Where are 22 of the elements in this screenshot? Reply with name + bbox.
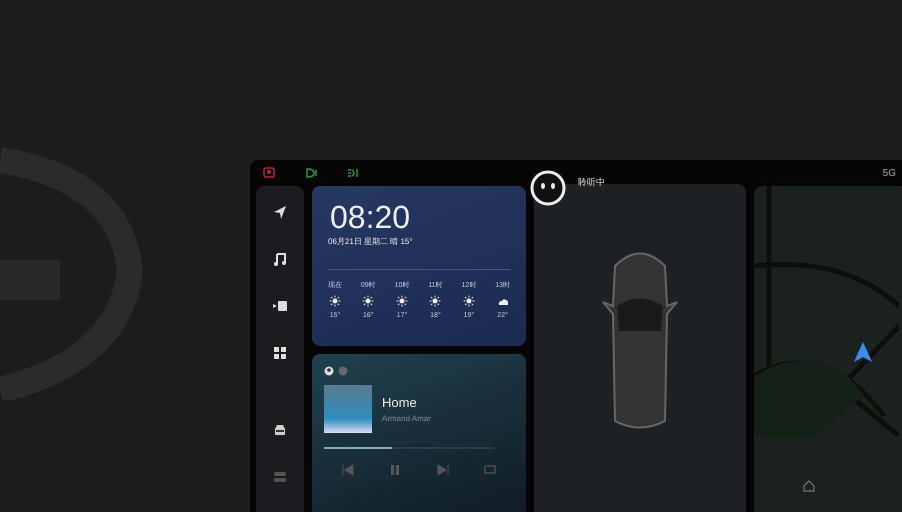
- assistant-face-icon[interactable]: [530, 170, 566, 206]
- apps-grid-icon[interactable]: [272, 345, 288, 361]
- home-icon[interactable]: [802, 479, 816, 493]
- clock-time: 08:20: [330, 200, 412, 234]
- date-weather-line: 06月21日 星期二 晴 15°: [328, 236, 414, 247]
- car-icon[interactable]: [272, 422, 288, 438]
- sun-icon: [462, 295, 475, 307]
- video-icon[interactable]: [272, 298, 288, 314]
- source-icon[interactable]: [324, 366, 334, 376]
- location-arrow-icon: [852, 341, 874, 363]
- sun-icon: [329, 295, 341, 307]
- album-cover-placeholder: [324, 385, 372, 433]
- assistant-status: 聆听中: [578, 176, 605, 189]
- sun-icon: [429, 295, 442, 307]
- toggle-switch-icon[interactable]: [272, 469, 288, 485]
- artist-name: Armand Amar: [382, 414, 431, 423]
- track-title: Home: [382, 395, 418, 410]
- sun-icon: [396, 295, 408, 307]
- network-label: 5G: [882, 168, 896, 178]
- navigation-arrow-icon[interactable]: [272, 204, 288, 220]
- music-note-icon[interactable]: [272, 251, 288, 267]
- sun-icon: [362, 295, 374, 307]
